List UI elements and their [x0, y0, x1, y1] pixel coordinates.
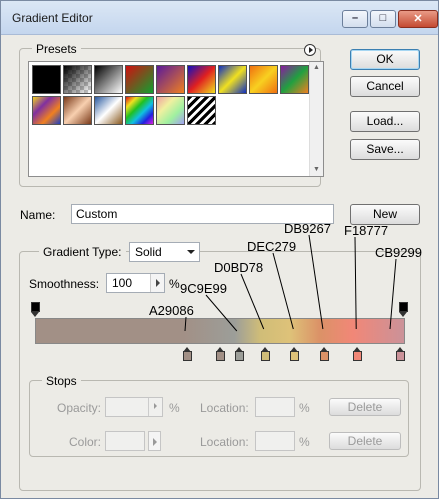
opacity-stop-right[interactable] — [399, 302, 408, 317]
presets-list[interactable]: ▲ ▼ — [28, 61, 324, 177]
callout-f18777: F18777 — [344, 223, 389, 238]
maximize-icon: □ — [379, 12, 387, 24]
preset-swatch-black-white[interactable] — [32, 65, 61, 94]
smoothness-unit: % — [169, 277, 180, 291]
title-bar[interactable]: Gradient Editor – □ ✕ — [1, 1, 438, 35]
delete-color-stop-button[interactable]: Delete — [329, 432, 401, 450]
smoothness-input[interactable]: 100 — [106, 273, 165, 293]
preset-swatch-red-green[interactable] — [125, 65, 154, 94]
preset-swatch-transparent-rainbow[interactable] — [156, 96, 185, 125]
preset-swatch-violet-green-orange[interactable] — [280, 65, 309, 94]
minimize-icon: – — [351, 12, 359, 24]
color-stop-1[interactable] — [183, 347, 192, 361]
maximize-button[interactable]: □ — [370, 10, 396, 28]
gradient-type-label: Gradient Type: — [39, 245, 126, 259]
close-icon: ✕ — [413, 13, 423, 25]
close-button[interactable]: ✕ — [398, 10, 438, 28]
color-stop-7[interactable] — [353, 347, 363, 361]
presets-label: Presets — [32, 42, 81, 56]
preset-swatch-blue-yellow-blue[interactable] — [218, 65, 247, 94]
opacity-stop-left[interactable] — [31, 302, 40, 317]
preset-swatch-yellow-violet-orange-blue[interactable] — [32, 96, 61, 125]
chevron-down-icon — [187, 250, 195, 254]
stops-label: Stops — [42, 374, 81, 388]
callout-dec279: DEC279 — [247, 239, 297, 254]
preset-swatch-blue-red-yellow[interactable] — [187, 65, 216, 94]
smoothness-value: 100 — [112, 276, 133, 290]
color-swatch[interactable] — [105, 431, 145, 451]
preset-swatch-transparent-stripes[interactable] — [187, 96, 216, 125]
gradient-type-value: Solid — [135, 245, 162, 259]
color-label: Color: — [69, 435, 102, 449]
preset-swatch-chrome[interactable] — [94, 96, 123, 125]
gradient-type-select[interactable]: Solid — [129, 242, 200, 262]
load-button[interactable]: Load... — [350, 111, 420, 132]
smoothness-slider-icon[interactable] — [150, 274, 164, 292]
preset-swatch-copper[interactable] — [63, 96, 92, 125]
color-stop-6[interactable] — [319, 347, 329, 361]
flyout-menu-icon[interactable] — [304, 44, 316, 56]
callout-cb9299: CB9299 — [375, 245, 422, 260]
delete-opacity-stop-button[interactable]: Delete — [329, 398, 401, 416]
callout-db9267: DB9267 — [284, 221, 331, 236]
cancel-button[interactable]: Cancel — [350, 76, 420, 97]
preset-swatch-black-to-white[interactable] — [94, 65, 123, 94]
opacity-location-unit: % — [299, 401, 310, 415]
opacity-input[interactable] — [105, 397, 163, 417]
ok-button[interactable]: OK — [350, 49, 420, 70]
callout-a29086: A29086 — [149, 303, 194, 318]
minimize-button[interactable]: – — [342, 10, 368, 28]
callout-9c9e99: 9C9E99 — [180, 281, 227, 296]
opacity-label: Opacity: — [57, 401, 102, 415]
scroll-down-icon[interactable]: ▼ — [310, 164, 323, 176]
callout-d0bd78: D0BD78 — [214, 260, 264, 275]
color-stop-2[interactable] — [216, 347, 226, 361]
preset-swatch-transparent-checker[interactable] — [63, 65, 92, 94]
color-stop-5[interactable] — [290, 347, 300, 361]
gradient-preview-bar[interactable] — [35, 318, 405, 344]
color-menu-icon[interactable] — [148, 431, 161, 451]
gradient-editor-window: Gradient Editor – □ ✕ Presets ▲ ▼ OK Can… — [0, 0, 439, 499]
color-location-unit: % — [299, 435, 310, 449]
color-stop-3[interactable] — [234, 347, 244, 361]
presets-scrollbar[interactable]: ▲ ▼ — [309, 62, 323, 176]
preset-swatch-orange-yellow-orange[interactable] — [249, 65, 278, 94]
color-location-label: Location: — [200, 435, 249, 449]
scroll-up-icon[interactable]: ▲ — [310, 62, 323, 74]
smoothness-label: Smoothness: — [29, 277, 100, 291]
preset-swatch-spectrum[interactable] — [125, 96, 154, 125]
color-stop-8[interactable] — [396, 347, 405, 361]
opacity-location-label: Location: — [200, 401, 249, 415]
color-location-input[interactable] — [255, 431, 295, 451]
save-button[interactable]: Save... — [350, 139, 420, 160]
opacity-unit: % — [169, 401, 180, 415]
new-button[interactable]: New — [350, 204, 420, 225]
opacity-location-input[interactable] — [255, 397, 295, 417]
window-title: Gradient Editor — [12, 11, 93, 25]
name-label: Name: — [20, 208, 56, 222]
preset-swatch-violet-orange[interactable] — [156, 65, 185, 94]
color-stop-4[interactable] — [260, 347, 270, 361]
